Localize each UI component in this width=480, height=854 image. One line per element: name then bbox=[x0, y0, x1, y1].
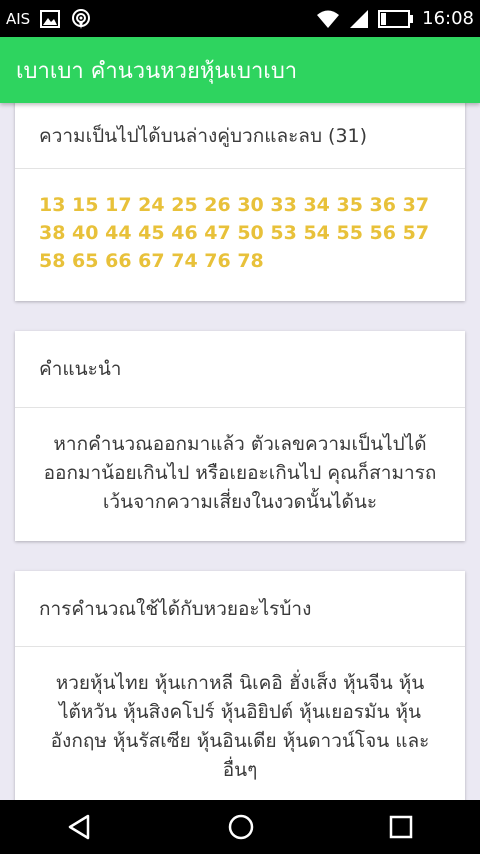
advice-card-title: คำแนะนำ bbox=[39, 358, 122, 380]
app-bar: เบาเบา คำนวนหวยหุ้นเบาเบา bbox=[0, 37, 480, 103]
advice-card-body: หากคำนวณออกมาแล้ว ตัวเลขความเป็นไปได้ ออ… bbox=[15, 408, 465, 517]
battery-icon bbox=[378, 9, 414, 29]
hotspot-icon bbox=[70, 8, 92, 30]
wifi-icon bbox=[316, 9, 340, 29]
app-title: เบาเบา คำนวนหวยหุ้นเบาเบา bbox=[16, 58, 298, 84]
recents-icon[interactable] bbox=[388, 814, 414, 840]
probability-card: ความเป็นไปได้บนล่างคู่บวกและลบ (31) 13 1… bbox=[15, 103, 465, 301]
advice-card: คำแนะนำ หากคำนวณออกมาแล้ว ตัวเลขความเป็น… bbox=[15, 331, 465, 541]
probability-card-body: 13 15 17 24 25 26 30 33 34 35 36 37 38 4… bbox=[15, 169, 465, 275]
usage-card-header: การคำนวณใช้ได้กับหวยอะไรบ้าง bbox=[15, 571, 465, 647]
usage-card-body: หวยหุ้นไทย หุ้นเกาหลี นิเคอิ ฮั่งเส็ง หุ… bbox=[15, 647, 465, 785]
status-bar: AIS 16:08 bbox=[0, 0, 480, 37]
signal-icon bbox=[348, 9, 370, 29]
clock: 16:08 bbox=[422, 8, 474, 29]
usage-card: การคำนวณใช้ได้กับหวยอะไรบ้าง หวยหุ้นไทย … bbox=[15, 571, 465, 800]
probability-card-title: ความเป็นไปได้บนล่างคู่บวกและลบ (31) bbox=[39, 124, 368, 147]
navigation-bar bbox=[0, 800, 480, 854]
probability-numbers: 13 15 17 24 25 26 30 33 34 35 36 37 38 4… bbox=[39, 194, 430, 272]
usage-card-title: การคำนวณใช้ได้กับหวยอะไรบ้าง bbox=[39, 597, 312, 620]
back-icon[interactable] bbox=[66, 813, 94, 841]
advice-text: หากคำนวณออกมาแล้ว ตัวเลขความเป็นไปได้ ออ… bbox=[43, 433, 437, 513]
usage-text: หวยหุ้นไทย หุ้นเกาหลี นิเคอิ ฮั่งเส็ง หุ… bbox=[50, 672, 430, 781]
probability-card-header: ความเป็นไปได้บนล่างคู่บวกและลบ (31) bbox=[15, 103, 465, 169]
image-icon bbox=[40, 9, 61, 28]
carrier-label: AIS bbox=[6, 9, 31, 28]
content-scroll[interactable]: ความเป็นไปได้บนล่างคู่บวกและลบ (31) 13 1… bbox=[0, 103, 480, 800]
advice-card-header: คำแนะนำ bbox=[15, 331, 465, 408]
home-icon[interactable] bbox=[227, 813, 255, 841]
